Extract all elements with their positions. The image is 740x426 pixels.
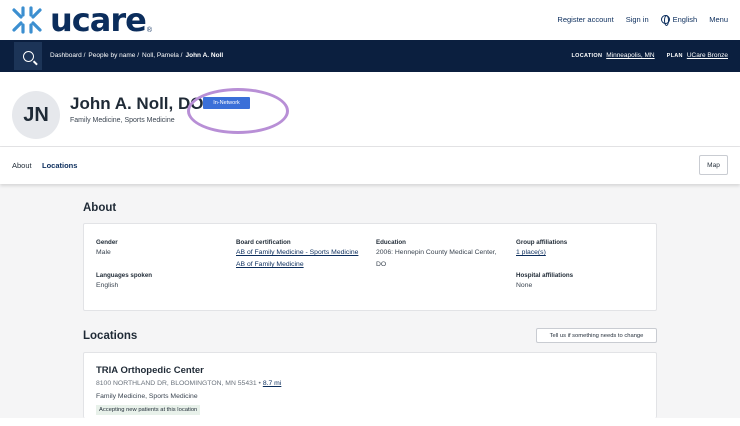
board-certification-label: Board certification bbox=[236, 239, 291, 246]
tab-locations[interactable]: Locations bbox=[42, 161, 77, 170]
language-label: English bbox=[672, 15, 698, 24]
ucare-logo[interactable]: ucare ® bbox=[10, 4, 152, 36]
location-link[interactable]: Minneapolis, MN bbox=[606, 52, 654, 59]
globe-icon bbox=[660, 15, 670, 26]
breadcrumb-current: John A. Noll bbox=[185, 52, 224, 59]
about-column-personal: Gender Male Languages spoken English bbox=[96, 238, 226, 292]
about-title: About bbox=[83, 202, 117, 214]
provider-header: JN John A. Noll, DO In-Network Family Me… bbox=[0, 72, 740, 147]
provider-specialty: Family Medicine, Sports Medicine bbox=[70, 117, 175, 124]
education-value: 2006: Hennepin County Medical Center, DO bbox=[376, 249, 497, 268]
group-affiliations-link[interactable]: 1 place(s) bbox=[516, 247, 646, 259]
hospital-affiliations-label: Hospital affiliations bbox=[516, 272, 574, 279]
hospital-affiliations-value: None bbox=[516, 282, 533, 289]
register-account-link[interactable]: Register account bbox=[557, 15, 613, 24]
location-plan-selector: LOCATION Minneapolis, MN PLAN UCare Bron… bbox=[572, 52, 729, 59]
location-address-text: 8100 NORTHLAND DR, BLOOMINGTON, MN 55431… bbox=[96, 380, 261, 387]
plan-link[interactable]: UCare Bronze bbox=[687, 52, 728, 59]
location-address: 8100 NORTHLAND DR, BLOOMINGTON, MN 55431… bbox=[96, 380, 281, 387]
map-button[interactable]: Map bbox=[699, 155, 728, 175]
languages-label: Languages spoken bbox=[96, 272, 153, 279]
top-links: Register account Sign in English Menu bbox=[545, 15, 728, 26]
about-column-board: Board certification AB of Family Medicin… bbox=[236, 238, 366, 271]
gender-label: Gender bbox=[96, 239, 118, 246]
gender-value: Male bbox=[96, 249, 111, 256]
section-tabs: About Locations Map bbox=[0, 147, 740, 184]
language-selector[interactable]: English bbox=[660, 15, 698, 26]
breadcrumb-people-by-name[interactable]: People by name / bbox=[88, 52, 139, 59]
location-card[interactable]: TRIA Orthopedic Center 8100 NORTHLAND DR… bbox=[83, 352, 657, 418]
breadcrumb-member[interactable]: Noll, Pamela / bbox=[142, 52, 182, 59]
tab-about[interactable]: About bbox=[12, 161, 32, 170]
top-header: ucare ® Register account Sign in English… bbox=[0, 0, 740, 40]
board-certification-link[interactable]: AB of Family Medicine bbox=[236, 259, 366, 271]
report-change-button[interactable]: Tell us if something needs to change bbox=[536, 328, 657, 343]
breadcrumb-bar: Dashboard / People by name / Noll, Pamel… bbox=[0, 40, 740, 72]
sign-in-link[interactable]: Sign in bbox=[626, 15, 649, 24]
accepting-patients-badge: Accepting new patients at this location bbox=[96, 405, 201, 415]
location-label: LOCATION bbox=[571, 52, 603, 59]
provider-name: John A. Noll, DO bbox=[70, 94, 204, 113]
breadcrumb: Dashboard / People by name / Noll, Pamel… bbox=[50, 52, 226, 59]
location-distance-link[interactable]: 8.7 mi bbox=[263, 380, 282, 387]
page-bottom bbox=[0, 418, 740, 426]
about-card: Gender Male Languages spoken English Boa… bbox=[83, 223, 657, 311]
plan-label: PLAN bbox=[666, 52, 683, 59]
breadcrumb-dashboard[interactable]: Dashboard / bbox=[50, 52, 85, 59]
board-certification-link[interactable]: AB of Family Medicine - Sports Medicine bbox=[236, 247, 366, 259]
education-label: Education bbox=[376, 239, 406, 246]
search-icon bbox=[22, 50, 34, 62]
about-column-education: Education 2006: Hennepin County Medical … bbox=[376, 238, 506, 271]
ucare-wordmark: ucare bbox=[50, 1, 147, 39]
group-affiliations-label: Group affiliations bbox=[516, 239, 568, 246]
ucare-logo-icon bbox=[12, 6, 42, 34]
locations-title: Locations bbox=[83, 330, 138, 342]
search-button[interactable] bbox=[14, 42, 42, 70]
menu-button[interactable]: Menu bbox=[709, 15, 728, 24]
registered-mark: ® bbox=[146, 27, 152, 34]
avatar: JN bbox=[12, 91, 60, 139]
languages-value: English bbox=[96, 282, 119, 289]
highlight-circle-annotation bbox=[187, 88, 289, 134]
location-specialty: Family Medicine, Sports Medicine bbox=[96, 393, 198, 400]
location-name[interactable]: TRIA Orthopedic Center bbox=[96, 365, 204, 376]
about-column-affiliations: Group affiliations 1 place(s) Hospital a… bbox=[516, 238, 646, 292]
